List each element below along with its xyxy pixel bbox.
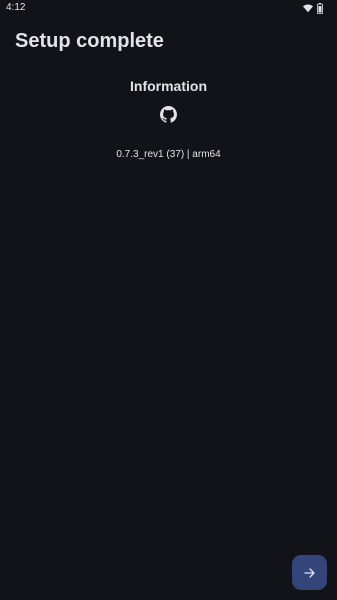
- arrow-forward-icon: [303, 567, 315, 578]
- status-time: 4:12: [6, 2, 26, 13]
- wifi-icon: [303, 4, 313, 12]
- next-button[interactable]: [292, 555, 327, 590]
- github-icon: [160, 106, 177, 123]
- information-heading: Information: [130, 78, 207, 94]
- page-title: Setup complete: [15, 30, 164, 52]
- version-info: 0.7.3_rev1 (37) | arm64: [116, 149, 221, 160]
- battery-icon: [317, 2, 323, 14]
- github-link[interactable]: [160, 106, 177, 123]
- setup-complete-screen: 4:12 Setup complete Information 0.7.3_re…: [0, 0, 337, 600]
- status-bar: 4:12: [0, 0, 337, 16]
- status-icons: [303, 2, 323, 14]
